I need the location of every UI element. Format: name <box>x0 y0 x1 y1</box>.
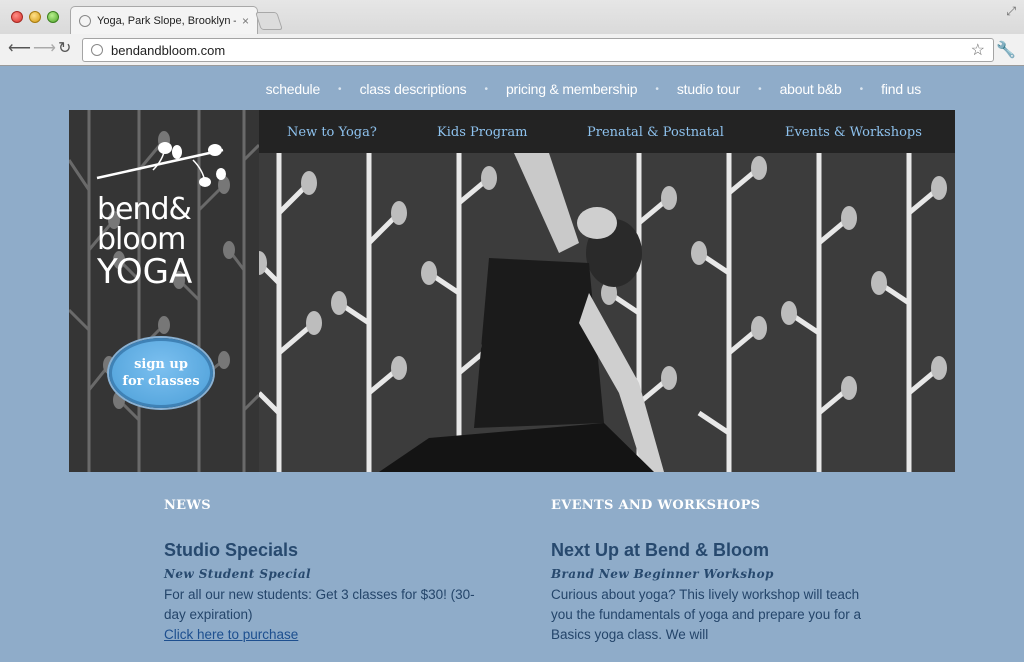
subnav-prenatal-postnatal[interactable]: Prenatal & Postnatal <box>587 125 724 140</box>
nav-separator: • <box>758 83 762 95</box>
program-nav: New to Yoga? Kids Program Prenatal & Pos… <box>259 110 955 153</box>
events-body: Curious about yoga? This lively workshop… <box>551 587 861 642</box>
nav-separator: • <box>859 83 864 95</box>
new-student-special-subtitle: New Student Special <box>164 567 312 581</box>
events-heading: EVENTS AND WORKSHOPS <box>551 498 761 513</box>
news-heading: NEWS <box>164 498 211 513</box>
nav-class-descriptions[interactable]: class descriptions <box>360 81 467 97</box>
hero-photo-yoga-pose <box>259 153 955 472</box>
browser-chrome: Yoga, Park Slope, Brooklyn – × ⤢ ⟵ ⟶ ↻ b… <box>0 0 1024 66</box>
close-icon[interactable]: × <box>242 14 249 28</box>
close-window-button[interactable] <box>11 11 23 23</box>
nav-about[interactable]: about b&b <box>780 81 842 97</box>
back-arrow-icon[interactable]: ⟵ <box>8 39 31 59</box>
fullscreen-icon[interactable]: ⤢ <box>1006 4 1016 19</box>
bend-and-bloom-logo[interactable]: bend& bloom YOGA <box>93 140 233 300</box>
hero-banner: New to Yoga? Kids Program Prenatal & Pos… <box>69 110 955 472</box>
zoom-window-button[interactable] <box>47 11 59 23</box>
nav-studio-tour[interactable]: studio tour <box>677 81 740 97</box>
news-body: For all our new students: Get 3 classes … <box>164 587 475 622</box>
nav-pricing[interactable]: pricing & membership <box>506 81 638 97</box>
star-icon[interactable]: ☆ <box>971 40 985 60</box>
nav-separator: • <box>655 83 659 95</box>
purchase-link[interactable]: Click here to purchase <box>164 625 484 645</box>
forward-arrow-icon[interactable]: ⟶ <box>33 39 56 59</box>
studio-specials-title: Studio Specials <box>164 540 299 560</box>
next-up-title: Next Up at Bend & Bloom <box>551 540 770 560</box>
flower-branch-icon <box>96 142 226 187</box>
new-tab-button[interactable] <box>255 12 283 30</box>
subnav-new-to-yoga[interactable]: New to Yoga? <box>287 125 377 140</box>
sign-up-for-classes-button[interactable]: sign up for classes <box>109 338 213 408</box>
top-nav: schedule • class descriptions • pricing … <box>0 66 1024 112</box>
wrench-icon[interactable]: 🔧 <box>996 40 1016 60</box>
globe-icon <box>91 44 103 56</box>
signup-label-line2: for classes <box>122 374 200 389</box>
nav-find-us[interactable]: find us <box>881 81 921 97</box>
subnav-events-workshops[interactable]: Events & Workshops <box>785 125 922 140</box>
news-column: NEWS Studio Specials New Student Special… <box>164 498 484 645</box>
minimize-window-button[interactable] <box>29 11 41 23</box>
subnav-kids-program[interactable]: Kids Program <box>437 125 527 140</box>
beginner-workshop-subtitle: Brand New Beginner Workshop <box>551 567 774 581</box>
browser-toolbar: ⟵ ⟶ ↻ bendandbloom.com ☆ 🔧 <box>0 34 1024 65</box>
address-bar[interactable]: bendandbloom.com ☆ <box>82 38 994 62</box>
reload-icon[interactable]: ↻ <box>58 39 71 59</box>
tab-title: Yoga, Park Slope, Brooklyn – <box>97 14 236 27</box>
events-column: EVENTS AND WORKSHOPS Next Up at Bend & B… <box>551 498 871 645</box>
logo-text-yoga: YOGA <box>97 252 193 292</box>
url-text[interactable]: bendandbloom.com <box>111 43 963 58</box>
nav-separator: • <box>338 83 342 95</box>
browser-tab[interactable]: Yoga, Park Slope, Brooklyn – × <box>70 6 258 34</box>
globe-icon <box>79 14 91 27</box>
nav-schedule[interactable]: schedule <box>266 81 321 97</box>
signup-label-line1: sign up <box>134 357 188 372</box>
nav-separator: • <box>484 83 488 95</box>
